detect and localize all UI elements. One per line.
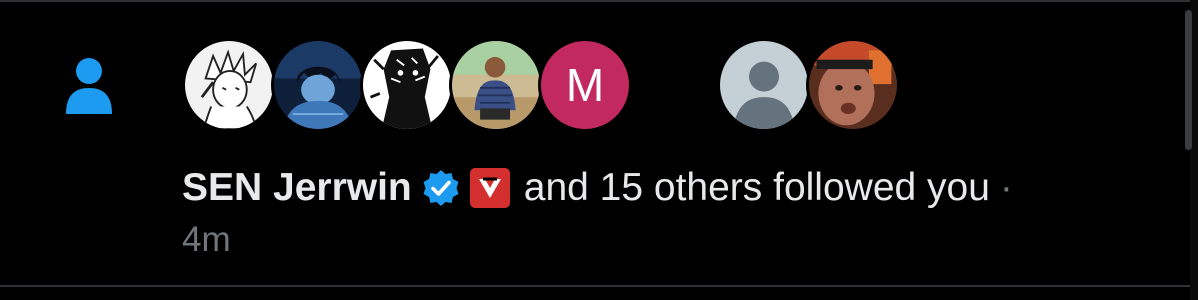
avatar-2-anime-blue[interactable] <box>271 38 365 132</box>
followed-message: and 15 others followed you <box>523 166 990 209</box>
separator-dot: · <box>999 166 1013 209</box>
bottom-divider <box>0 285 1198 287</box>
avatar-3-bw-art[interactable] <box>360 38 454 132</box>
timestamp: 4m <box>182 220 231 259</box>
notification-item[interactable]: M SEN Jerrwin and 15 others followed you… <box>0 0 1198 300</box>
avatar-5-letter[interactable]: M <box>538 38 632 132</box>
avatar-1-anime-sketch[interactable] <box>182 38 276 132</box>
avatar-4-photo-man[interactable] <box>449 38 543 132</box>
top-divider <box>0 0 1198 2</box>
avatar-6-default[interactable] <box>717 38 811 132</box>
verified-badge-icon <box>423 170 459 206</box>
avatar-letter: M <box>565 59 605 111</box>
notification-text: SEN Jerrwin and 15 others followed you · <box>182 164 1013 212</box>
user-name-link[interactable]: SEN Jerrwin <box>182 166 412 210</box>
brand-badge-icon <box>469 168 510 208</box>
scrollbar-thumb[interactable] <box>1185 10 1192 150</box>
person-icon <box>64 56 114 116</box>
avatar-7-photo-face[interactable] <box>806 38 900 132</box>
